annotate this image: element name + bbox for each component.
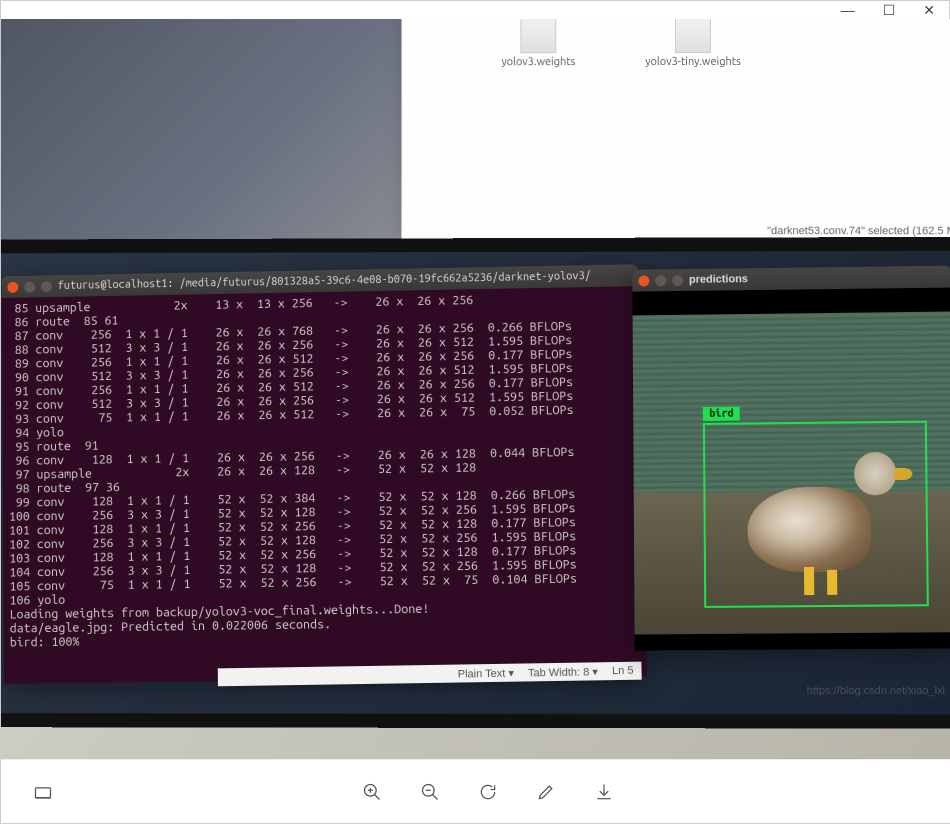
terminal-output[interactable]: 85 upsample 2x 13 x 13 x 256 -> 26 x 26 … <box>2 286 647 654</box>
predictions-title: predictions <box>689 273 748 286</box>
minimize-icon[interactable] <box>24 281 35 292</box>
zoom-out-icon[interactable] <box>418 780 442 804</box>
rotate-icon[interactable] <box>476 780 500 804</box>
editor-line-indicator: Ln 5 <box>612 665 634 677</box>
maximize-icon[interactable] <box>672 275 683 286</box>
predictions-body: bird <box>632 288 950 651</box>
file-label: yolov3.weights <box>501 56 575 68</box>
file-statusbar: "darknet53.conv.74" selected (162.5 M <box>767 225 950 237</box>
download-icon[interactable] <box>592 780 616 804</box>
file-icon <box>675 19 711 53</box>
image-view[interactable]: yolov3.weights yolov3-tiny.weights "dark… <box>1 19 950 761</box>
close-icon[interactable] <box>638 275 649 286</box>
watermark-text: https://blog.csdn.net/xiao_lxl <box>807 685 945 697</box>
file-label: yolov3-tiny.weights <box>645 56 741 68</box>
file-item[interactable]: yolov3-tiny.weights <box>645 19 741 68</box>
detection-label: bird <box>703 406 740 420</box>
minimize-icon[interactable] <box>655 275 666 286</box>
minimize-button[interactable]: — <box>841 2 855 18</box>
edit-icon[interactable] <box>534 780 558 804</box>
maximize-button[interactable]: ☐ <box>883 2 896 19</box>
editor-mode-select[interactable]: Plain Text ▾ <box>458 666 514 680</box>
window-titlebar: — ☐ ✕ <box>1 1 949 19</box>
file-manager-window: yolov3.weights yolov3-tiny.weights "dark… <box>401 19 950 241</box>
detection-bounding-box: bird <box>703 420 929 608</box>
viewer-toolbar <box>1 759 950 823</box>
maximize-icon[interactable] <box>41 281 52 292</box>
app-window: — ☐ ✕ yolov3.weights yolov3-tiny.weights… <box>0 0 950 824</box>
predictions-window[interactable]: predictions bird <box>632 266 950 651</box>
one-to-one-icon[interactable] <box>31 780 55 804</box>
prediction-image: bird <box>633 311 950 634</box>
zoom-in-icon[interactable] <box>360 780 384 804</box>
file-icon <box>520 19 556 53</box>
close-icon[interactable] <box>7 281 18 292</box>
file-item[interactable]: yolov3.weights <box>501 19 575 68</box>
background-window <box>1 19 402 269</box>
close-button[interactable]: ✕ <box>923 2 935 19</box>
editor-tab-select[interactable]: Tab Width: 8 ▾ <box>528 665 598 679</box>
terminal-window[interactable]: futurus@localhost1: /media/futurus/80132… <box>2 264 647 683</box>
